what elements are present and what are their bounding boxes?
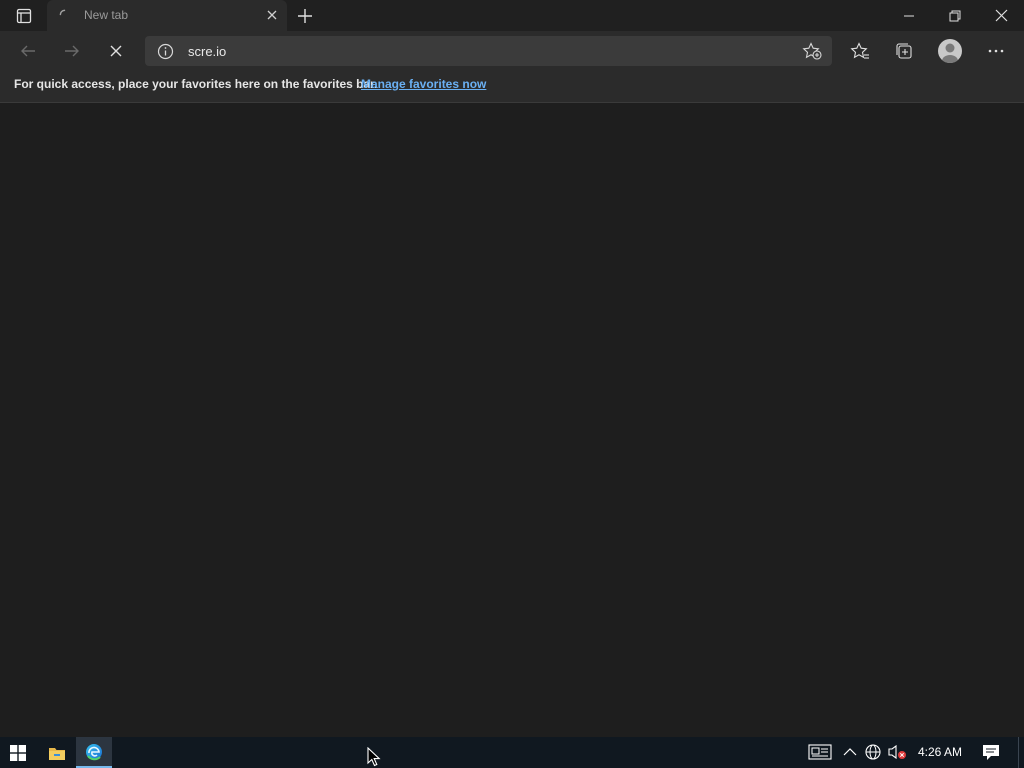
volume-button[interactable] <box>887 743 907 761</box>
info-icon[interactable] <box>157 43 174 60</box>
edge-icon <box>86 743 102 760</box>
network-button[interactable] <box>863 743 883 761</box>
cursor-icon <box>367 747 381 767</box>
loading-spinner-icon <box>59 9 66 16</box>
navigation-toolbar: scre.io <box>0 31 1024 71</box>
file-explorer-icon <box>49 747 65 760</box>
speaker-muted-icon <box>888 744 906 760</box>
start-button[interactable] <box>0 737 36 768</box>
address-bar[interactable]: scre.io <box>145 36 832 66</box>
title-bar: New tab <box>0 0 1024 31</box>
tab-active[interactable]: New tab <box>47 0 287 31</box>
tab-actions-icon <box>16 8 32 24</box>
favorites-button[interactable] <box>849 41 871 61</box>
news-icon <box>808 744 832 760</box>
collections-icon <box>896 43 912 59</box>
close-icon[interactable] <box>265 8 279 22</box>
minimize-icon <box>904 15 914 16</box>
edge-taskbar-button[interactable] <box>76 737 112 768</box>
taskbar: 4:26 AM <box>0 737 1024 768</box>
forward-arrow-icon <box>65 45 79 57</box>
manage-favorites-link[interactable]: Manage favorites now <box>361 77 486 91</box>
tab-title: New tab <box>84 8 129 22</box>
url-text[interactable]: scre.io <box>188 44 226 59</box>
chevron-up-icon <box>843 748 857 756</box>
collections-button[interactable] <box>893 41 915 61</box>
favorites-bar-message: For quick access, place your favorites h… <box>14 77 378 91</box>
tab-actions-button[interactable] <box>9 6 39 26</box>
forward-button[interactable] <box>58 39 86 63</box>
show-desktop-button[interactable] <box>1018 737 1024 768</box>
page-content[interactable] <box>0 103 1024 737</box>
file-explorer-button[interactable] <box>39 737 75 768</box>
favorites-bar: For quick access, place your favorites h… <box>0 71 1024 103</box>
back-arrow-icon <box>21 45 35 57</box>
minimize-button[interactable] <box>886 0 932 31</box>
globe-icon <box>865 744 881 760</box>
screen: New tab scre.io For quick access, place … <box>0 0 1024 768</box>
stop-icon <box>110 45 122 57</box>
stop-button[interactable] <box>102 39 130 63</box>
profile-icon <box>942 43 958 63</box>
more-icon <box>988 49 1004 53</box>
settings-more-button[interactable] <box>985 41 1007 61</box>
close-window-button[interactable] <box>978 0 1024 31</box>
favorites-icon <box>850 42 869 59</box>
profile-button[interactable] <box>938 39 962 63</box>
windows-logo-icon <box>10 744 26 761</box>
notification-icon[interactable] <box>981 743 1001 761</box>
restore-button[interactable] <box>932 0 978 31</box>
taskbar-clock[interactable]: 4:26 AM <box>918 745 962 759</box>
plus-icon[interactable] <box>294 5 316 27</box>
add-favorite-icon[interactable] <box>802 42 822 60</box>
news-widget-button[interactable] <box>808 743 832 761</box>
show-hidden-icons-button[interactable] <box>840 743 860 761</box>
restore-icon <box>949 10 961 21</box>
close-icon <box>995 9 1007 22</box>
back-button[interactable] <box>14 39 42 63</box>
